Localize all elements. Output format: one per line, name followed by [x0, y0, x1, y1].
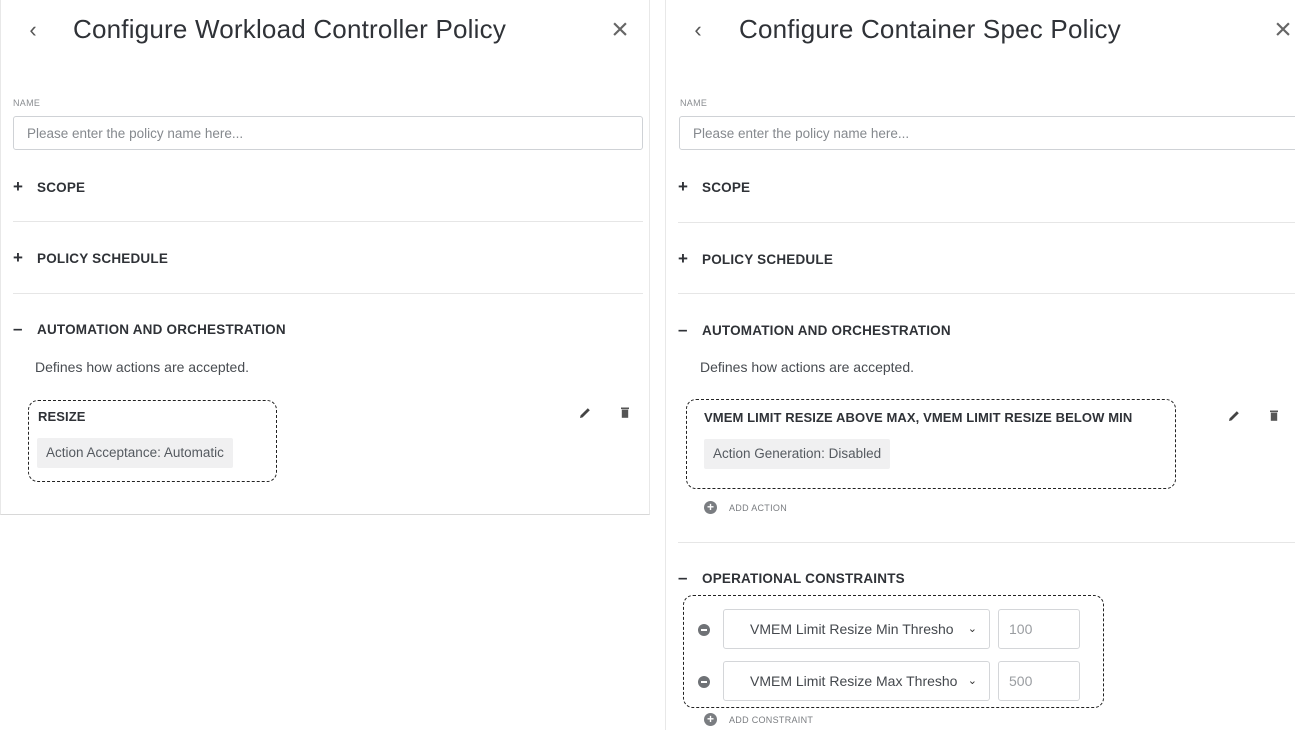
expand-icon: +: [13, 177, 23, 196]
constraint-select-value: VMEM Limit Resize Max Thresho: [750, 673, 958, 689]
name-label: NAME: [680, 98, 708, 108]
constraint-select[interactable]: VMEM Limit Resize Max Thresho ⌄: [723, 661, 990, 701]
section-policy-schedule[interactable]: + POLICY SCHEDULE: [678, 250, 833, 268]
chevron-down-icon: ⌄: [967, 623, 977, 635]
constraint-select-value: VMEM Limit Resize Min Thresho: [750, 621, 954, 637]
chevron-left-icon[interactable]: ‹: [23, 18, 43, 42]
section-automation[interactable]: – AUTOMATION AND ORCHESTRATION: [13, 320, 286, 338]
section-label: AUTOMATION AND ORCHESTRATION: [702, 322, 951, 338]
remove-constraint-icon[interactable]: [698, 624, 710, 636]
section-label: SCOPE: [702, 179, 751, 195]
section-label: SCOPE: [37, 179, 86, 195]
divider: [678, 293, 1295, 294]
section-label: AUTOMATION AND ORCHESTRATION: [37, 321, 286, 337]
section-policy-schedule[interactable]: + POLICY SCHEDULE: [13, 249, 168, 267]
collapse-icon: –: [678, 568, 688, 587]
chevron-left-icon[interactable]: ‹: [688, 18, 708, 42]
collapse-icon: –: [678, 320, 688, 339]
add-action-button[interactable]: + ADD ACTION: [704, 501, 787, 514]
trash-icon[interactable]: [1267, 408, 1281, 424]
add-constraint-button[interactable]: + ADD CONSTRAINT: [704, 713, 813, 726]
section-operational-constraints[interactable]: – OPERATIONAL CONSTRAINTS: [678, 569, 905, 587]
pencil-icon[interactable]: [1227, 408, 1241, 424]
expand-icon: +: [13, 248, 23, 267]
add-circle-icon: +: [704, 501, 717, 514]
close-icon[interactable]: ×: [607, 15, 633, 45]
section-scope[interactable]: + SCOPE: [13, 178, 85, 196]
divider: [13, 293, 643, 294]
constraint-value-input[interactable]: 500: [998, 661, 1080, 701]
divider: [678, 222, 1295, 223]
trash-icon[interactable]: [618, 405, 632, 421]
section-label: OPERATIONAL CONSTRAINTS: [702, 570, 905, 586]
action-title: VMEM LIMIT RESIZE ABOVE MAX, VMEM LIMIT …: [704, 410, 1133, 425]
divider: [13, 221, 643, 222]
panel-header: ‹ Configure Workload Controller Policy ×: [1, 0, 649, 62]
page-title: Configure Workload Controller Policy: [73, 14, 507, 44]
add-action-label: ADD ACTION: [729, 502, 788, 513]
constraint-value-input[interactable]: 100: [998, 609, 1080, 649]
add-circle-icon: +: [704, 713, 717, 726]
section-automation[interactable]: – AUTOMATION AND ORCHESTRATION: [678, 321, 951, 339]
container-spec-policy-panel: ‹ Configure Container Spec Policy × NAME…: [665, 0, 1295, 730]
chevron-down-icon: ⌄: [967, 675, 977, 687]
expand-icon: +: [678, 177, 688, 196]
automation-description: Defines how actions are accepted.: [700, 359, 915, 375]
automation-description: Defines how actions are accepted.: [35, 359, 250, 375]
action-title: RESIZE: [38, 409, 86, 424]
panel-header: ‹ Configure Container Spec Policy ×: [666, 0, 1295, 62]
page-title: Configure Container Spec Policy: [739, 14, 1121, 44]
workload-controller-policy-panel: ‹ Configure Workload Controller Policy ×…: [0, 0, 650, 515]
policy-name-input[interactable]: [13, 116, 643, 150]
expand-icon: +: [678, 249, 688, 268]
pencil-icon[interactable]: [578, 405, 592, 421]
name-label: NAME: [13, 98, 41, 108]
section-label: POLICY SCHEDULE: [702, 251, 834, 267]
section-label: POLICY SCHEDULE: [37, 250, 169, 266]
action-generation-chip: Action Generation: Disabled: [704, 439, 891, 469]
constraint-select[interactable]: VMEM Limit Resize Min Thresho ⌄: [723, 609, 990, 649]
close-icon[interactable]: ×: [1270, 15, 1295, 45]
policy-name-input[interactable]: [679, 116, 1295, 150]
section-scope[interactable]: + SCOPE: [678, 178, 750, 196]
add-constraint-label: ADD CONSTRAINT: [729, 714, 814, 725]
action-acceptance-chip: Action Acceptance: Automatic: [37, 438, 233, 468]
divider: [678, 542, 1295, 543]
remove-constraint-icon[interactable]: [698, 676, 710, 688]
collapse-icon: –: [13, 319, 23, 338]
